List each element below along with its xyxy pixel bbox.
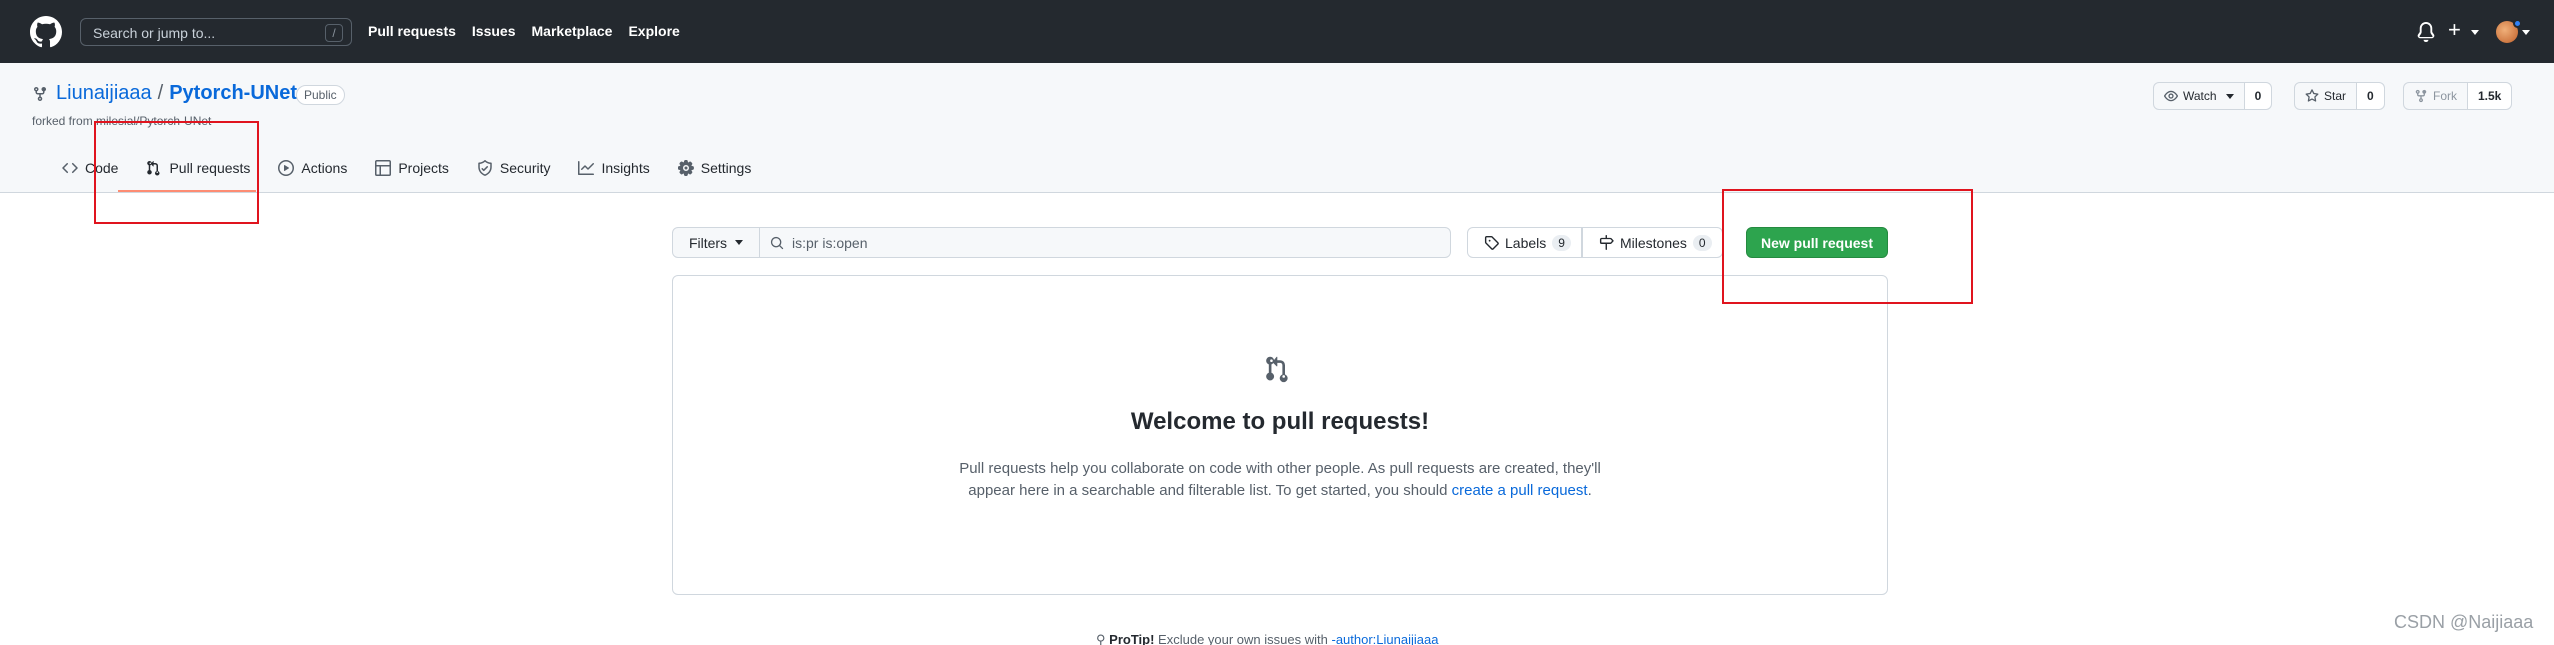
code-icon <box>62 162 78 174</box>
chevron-down-icon[interactable] <box>2522 30 2530 35</box>
nav-pull-requests[interactable]: Pull requests <box>368 23 456 39</box>
fork-icon <box>34 87 46 102</box>
filters-button[interactable]: Filters <box>672 227 760 258</box>
plus-icon[interactable]: + <box>2448 19 2461 41</box>
gear-icon <box>677 160 694 176</box>
fork-icon <box>2415 89 2427 103</box>
shield-icon <box>478 160 492 176</box>
protip-label: ProTip! <box>1109 632 1155 645</box>
table-icon <box>375 160 392 176</box>
fork-count[interactable]: 1.5k <box>2468 83 2512 109</box>
tab-label: Settings <box>700 160 752 176</box>
fork-label: Fork <box>2433 89 2457 103</box>
tab-label: Insights <box>601 160 650 176</box>
watch-button-group: Watch 0 <box>2153 82 2273 110</box>
tab-label: Actions <box>301 160 348 176</box>
github-logo-icon[interactable] <box>30 16 62 48</box>
watch-button[interactable]: Watch <box>2154 83 2245 109</box>
git-pull-request-icon <box>1266 356 1288 383</box>
milestones-button[interactable]: Milestones 0 <box>1582 227 1723 258</box>
search-icon <box>770 236 784 250</box>
protip-text: Exclude your own issues with <box>1158 632 1328 645</box>
blankslate-line-2-end: . <box>1587 482 1592 499</box>
milestones-label: Milestones <box>1620 234 1687 251</box>
notification-dot <box>2513 19 2522 28</box>
milestone-icon <box>1599 235 1614 250</box>
watch-label: Watch <box>2183 89 2217 103</box>
fork-button-group: Fork 1.5k <box>2403 82 2513 110</box>
tab-projects[interactable]: Projects <box>361 155 463 181</box>
watch-count[interactable]: 0 <box>2244 83 2272 109</box>
global-header: Search or jump to... / Pull requests Iss… <box>0 0 2554 63</box>
play-icon <box>278 160 295 176</box>
repo-separator: / <box>157 82 164 104</box>
tab-security[interactable]: Security <box>463 155 565 181</box>
blankslate-line-2-text: appear here in a searchable and filterab… <box>968 482 1448 499</box>
star-button[interactable]: Star <box>2295 83 2358 109</box>
blankslate-line-1: Pull requests help you collaborate on co… <box>959 460 1601 477</box>
search-shortcut-hint: / <box>325 24 343 42</box>
fork-button[interactable]: Fork <box>2404 83 2468 109</box>
tab-label: Security <box>499 160 551 176</box>
create-pull-request-link[interactable]: create a pull request <box>1452 482 1588 499</box>
annotation-box-pull-requests-tab <box>94 121 259 224</box>
repo-title: Liunaijiaaa / Pytorch-UNet <box>56 82 297 105</box>
nav-marketplace[interactable]: Marketplace <box>532 23 613 39</box>
star-label: Star <box>2324 89 2347 103</box>
star-icon <box>2305 89 2319 102</box>
tab-actions[interactable]: Actions <box>264 155 361 181</box>
filters-label: Filters <box>688 234 728 251</box>
blankslate-title: Welcome to pull requests! <box>1130 408 1430 435</box>
eye-icon <box>2164 90 2178 102</box>
filter-search-input[interactable]: is:pr is:open <box>759 227 1451 258</box>
visibility-badge: Public <box>296 85 345 105</box>
tab-settings[interactable]: Settings <box>664 155 766 181</box>
nav-explore[interactable]: Explore <box>628 23 679 39</box>
milestones-count: 0 <box>1692 234 1712 251</box>
light-bulb-icon: ⚲ <box>1096 632 1106 645</box>
labels-button[interactable]: Labels 9 <box>1467 227 1582 258</box>
nav-issues[interactable]: Issues <box>472 23 516 39</box>
bell-icon[interactable] <box>2416 22 2436 42</box>
tab-insights[interactable]: Insights <box>564 155 663 181</box>
star-count[interactable]: 0 <box>2357 83 2384 109</box>
labels-count: 9 <box>1552 234 1571 251</box>
star-button-group: Star 0 <box>2294 82 2385 110</box>
protip: ⚲ ProTip! Exclude your own issues with -… <box>1096 632 1438 645</box>
tab-label: Projects <box>398 160 449 176</box>
repo-name-link[interactable]: Pytorch-UNet <box>169 82 297 104</box>
protip-link[interactable]: -author:Liunaijiaaa <box>1331 632 1438 645</box>
blankslate-line-2: appear here in a searchable and filterab… <box>672 480 1888 502</box>
global-nav: Pull requests Issues Marketplace Explore <box>368 23 680 39</box>
filter-query: is:pr is:open <box>792 235 868 251</box>
labels-label: Labels <box>1505 234 1547 251</box>
chevron-down-icon <box>735 240 744 245</box>
graph-icon <box>578 161 595 175</box>
chevron-down-icon <box>2225 93 2234 99</box>
watermark: CSDN @Naijiaaa <box>2394 612 2534 632</box>
chevron-down-icon[interactable] <box>2471 30 2479 35</box>
search-input[interactable]: Search or jump to... / <box>80 18 352 46</box>
annotation-box-new-pr-button <box>1722 189 1973 304</box>
repo-owner-link[interactable]: Liunaijiaaa <box>56 82 152 104</box>
blankslate-description: Pull requests help you collaborate on co… <box>672 458 1888 502</box>
search-placeholder: Search or jump to... <box>93 25 216 41</box>
tag-icon <box>1484 235 1499 250</box>
